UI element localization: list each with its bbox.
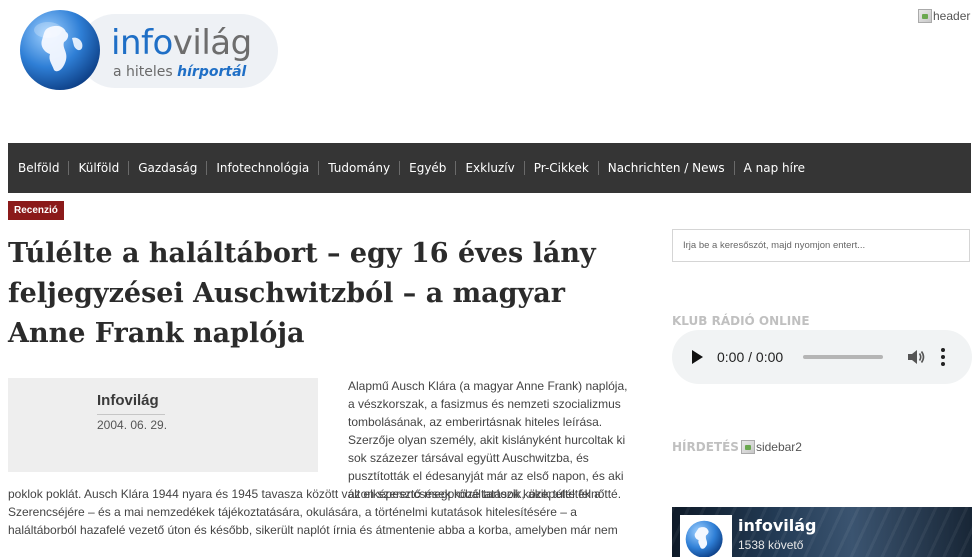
author-divider bbox=[97, 414, 165, 415]
body-line: tombolásának, az emberirtásnak hiteles l… bbox=[348, 415, 603, 429]
nav-item-infotechnologia[interactable]: Infotechnológia bbox=[209, 161, 316, 175]
body-line: poklok poklát. Ausch Klára 1944 nyara és… bbox=[8, 487, 622, 501]
player-progress-bar[interactable] bbox=[803, 355, 884, 359]
nav-item-belfold[interactable]: Belföld bbox=[11, 161, 66, 175]
player-time: 0:00 / 0:00 bbox=[717, 349, 784, 365]
nav-divider bbox=[68, 161, 70, 175]
article-title: Túlélte a haláltábort – egy 16 éves lány… bbox=[8, 238, 596, 349]
main-navigation: Belföld Külföld Gazdaság Infotechnológia… bbox=[8, 143, 971, 193]
body-line: Szerzője olyan személy, akit kislányként… bbox=[348, 433, 626, 447]
nav-item-egyeb[interactable]: Egyéb bbox=[402, 161, 453, 175]
nav-divider bbox=[318, 161, 320, 175]
nav-item-exkluziv[interactable]: Exkluzív bbox=[458, 161, 521, 175]
nav-divider bbox=[733, 161, 735, 175]
ads-section: HÍRDETÉS sidebar2 bbox=[672, 440, 802, 454]
body-line: sok százezer társával együtt Auschwitzba… bbox=[348, 451, 589, 465]
volume-icon[interactable] bbox=[907, 349, 925, 365]
sidebar-ad-image[interactable]: sidebar2 bbox=[740, 440, 802, 454]
nav-divider bbox=[597, 161, 599, 175]
facebook-page-widget[interactable]: infovilág 1538 követő bbox=[672, 507, 972, 557]
body-line: a vészkorszak, a fasizmus és nemzeti szo… bbox=[348, 397, 621, 411]
nav-divider bbox=[523, 161, 525, 175]
nav-item-kulfold[interactable]: Külföld bbox=[71, 161, 126, 175]
nav-divider bbox=[206, 161, 208, 175]
search-input[interactable] bbox=[672, 229, 970, 262]
author-box: Infovilág 2004. 06. 29. bbox=[8, 378, 318, 472]
nav-item-a-nap-hire[interactable]: A nap híre bbox=[737, 161, 812, 175]
category-badge[interactable]: Recenzió bbox=[8, 201, 64, 220]
body-line: Szerencséjére – és a mai nemzedékek tájé… bbox=[8, 505, 577, 519]
nav-divider bbox=[128, 161, 130, 175]
logo-wordmark: infovilág bbox=[111, 23, 252, 63]
header-banner-image[interactable]: header bbox=[918, 9, 970, 23]
nav-item-nachrichten[interactable]: Nachrichten / News bbox=[601, 161, 732, 175]
broken-image-icon bbox=[918, 9, 932, 23]
nav-divider bbox=[399, 161, 401, 175]
ad-image-alt: sidebar2 bbox=[755, 440, 802, 454]
ads-label: HÍRDETÉS bbox=[672, 440, 739, 454]
fb-page-name[interactable]: infovilág bbox=[738, 516, 816, 535]
nav-item-pr-cikkek[interactable]: Pr-Cikkek bbox=[527, 161, 596, 175]
header-image-alt: header bbox=[933, 9, 971, 23]
page-avatar bbox=[680, 515, 732, 557]
nav-divider bbox=[455, 161, 457, 175]
audio-player: 0:00 / 0:00 bbox=[672, 330, 972, 384]
play-icon[interactable] bbox=[692, 350, 703, 364]
nav-item-tudomany[interactable]: Tudomány bbox=[321, 161, 397, 175]
body-line: haláltáborból hazafelé vezető úton és ké… bbox=[8, 523, 618, 537]
author-name[interactable]: Infovilág bbox=[97, 392, 159, 409]
body-line: Alapmű Ausch Klára (a magyar Anne Frank)… bbox=[348, 379, 628, 393]
article-body-continued: poklok poklát. Ausch Klára 1944 nyara és… bbox=[8, 485, 648, 539]
logo-tagline: a hiteles hírportál bbox=[113, 64, 247, 80]
nav-item-gazdasag[interactable]: Gazdaság bbox=[131, 161, 204, 175]
publish-date: 2004. 06. 29. bbox=[97, 418, 168, 432]
fb-follower-count: 1538 követő bbox=[738, 538, 804, 552]
site-logo[interactable]: infovilág a hiteles hírportál bbox=[18, 8, 280, 96]
body-line: pusztították el édesanyját már az első n… bbox=[348, 469, 624, 483]
broken-image-icon bbox=[740, 440, 755, 454]
more-options-icon[interactable] bbox=[941, 348, 946, 366]
globe-icon bbox=[20, 10, 100, 90]
radio-section-title: KLUB RÁDIÓ ONLINE bbox=[672, 314, 810, 328]
